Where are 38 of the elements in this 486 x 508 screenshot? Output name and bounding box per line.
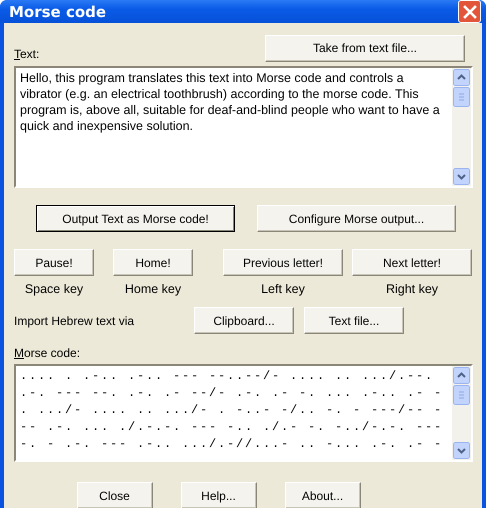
import-button[interactable]: Clipboard... [194, 307, 294, 334]
action-button[interactable]: Configure Morse output... [257, 205, 456, 232]
import-button[interactable]: Text file... [304, 307, 404, 334]
close-icon [462, 4, 476, 18]
import-label: Import Hebrew text via [14, 314, 136, 328]
scroll-thumb-icon[interactable] [453, 87, 470, 107]
scroll-down-icon[interactable] [453, 168, 470, 185]
morse-code-label: Morse code: [14, 346, 82, 360]
morse-line: -. - .-. --- .-.. .../.-//...- .. -... .-. .- - [20, 436, 444, 453]
morse-line: .... . .-.. .-.. --- --..--/- .... .. .../.--. [20, 368, 436, 385]
scroll-up-icon[interactable] [453, 367, 470, 384]
close-button[interactable] [458, 0, 481, 23]
morse-code-area[interactable] [14, 364, 473, 462]
shortcut-label: Left key [261, 282, 305, 296]
scroll-up-icon[interactable] [453, 69, 470, 86]
morse-line: . .../- .... .. .../- . -..- -/.. -. - ---/-- - [20, 402, 444, 419]
shortcut-label: Home key [124, 282, 182, 296]
navigation-button[interactable]: Next letter! [352, 249, 472, 276]
scrollbar[interactable] [452, 366, 471, 460]
morse-line: .-. --- --. .-. .- --/- .-. .- -. ... .-.. .- - [20, 385, 444, 402]
scroll-down-icon[interactable] [453, 442, 470, 459]
navigation-button[interactable]: Previous letter! [223, 249, 343, 276]
action-button[interactable]: Output Text as Morse code! [36, 205, 235, 232]
dialog-button[interactable]: About... [284, 482, 360, 508]
shortcut-label: Space key [24, 282, 84, 296]
scroll-thumb-icon[interactable] [453, 385, 470, 405]
scrollbar[interactable] [452, 68, 471, 186]
shortcut-label: Right key [386, 282, 438, 296]
window-title: Morse code [9, 2, 106, 20]
navigation-button[interactable]: Pause! [14, 249, 94, 276]
morse-line: -- .-. ... ./.-.-. --- -.. ./.- -. -../-.-. --- [20, 419, 444, 436]
navigation-button[interactable]: Home! [113, 249, 193, 276]
dialog-button[interactable]: Help... [180, 482, 256, 508]
text-area[interactable] [14, 66, 473, 188]
dialog-button[interactable]: Close [76, 482, 152, 508]
text-content: Hello, this program translates this text into Morse code and controls a vibrator (e.g. an electrical toothbrush) according to the morse code. This program is, above all, suitable for deaf-and-blind people who want to have a quick and inexpensive solution. [19, 70, 441, 135]
text-label: Text: [14, 47, 40, 61]
take-from-file-button[interactable]: Take from text file... [265, 34, 465, 62]
